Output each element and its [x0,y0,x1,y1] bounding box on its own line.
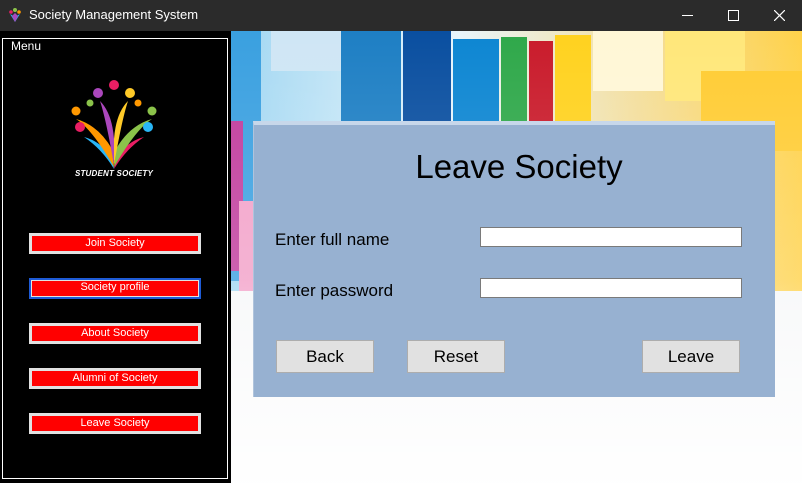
sidebar: Menu STUDENT SOCIETY Join Society Societ… [0,31,231,483]
full-name-input[interactable] [480,227,742,247]
society-profile-button[interactable]: Society profile [29,278,201,299]
logo-text: STUDENT SOCIETY [74,169,154,178]
alumni-of-society-button[interactable]: Alumni of Society [29,368,201,389]
minimize-icon [681,15,693,16]
page-title: Leave Society [415,148,623,185]
leave-button[interactable]: Leave [642,340,740,373]
about-society-button[interactable]: About Society [29,323,201,344]
minimize-button[interactable] [664,0,710,31]
reset-button[interactable]: Reset [407,340,505,373]
student-society-logo [71,80,157,169]
title-bar: Society Management System [0,0,802,31]
window-title: Society Management System [29,7,199,22]
maximize-button[interactable] [710,0,756,31]
menu-legend: Menu [9,39,44,53]
leave-society-menu-button[interactable]: Leave Society [29,413,201,434]
close-button[interactable] [756,0,802,31]
password-label: Enter password [275,281,394,300]
full-name-label: Enter full name [275,230,390,249]
app-icon [9,8,21,22]
back-button[interactable]: Back [276,340,374,373]
close-icon [773,10,785,21]
leave-society-panel: Leave Society Enter full name Enter pass… [253,121,775,397]
password-input[interactable] [480,278,742,298]
join-society-button[interactable]: Join Society [29,233,201,254]
maximize-icon [727,10,739,21]
